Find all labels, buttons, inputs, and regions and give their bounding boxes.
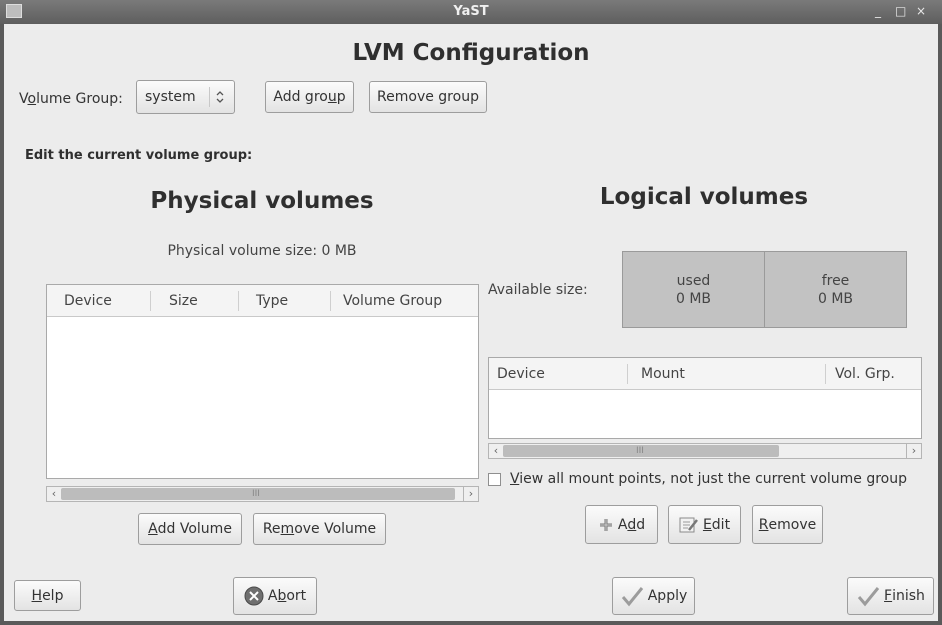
close-icon[interactable]: ×	[916, 4, 926, 18]
free-value: 0 MB	[817, 291, 854, 307]
view-all-label: View all mount points, not just the curr…	[510, 471, 908, 487]
logical-volumes-table[interactable]: Device Mount Vol. Grp.	[488, 357, 922, 439]
help-button[interactable]: Help	[14, 580, 81, 611]
minimize-icon[interactable]: _	[875, 4, 881, 18]
volume-group-select[interactable]: system	[136, 80, 235, 114]
scroll-grip: III	[636, 446, 644, 456]
column-type[interactable]: Type	[256, 293, 288, 309]
view-all-checkbox[interactable]	[488, 473, 501, 486]
logical-table-header: Device Mount Vol. Grp.	[489, 358, 921, 390]
physical-volume-size: Physical volume size: 0 MB	[167, 243, 357, 259]
scroll-left-icon[interactable]: ‹	[47, 487, 61, 501]
apply-button[interactable]: Apply	[612, 577, 695, 615]
used-size-box: used 0 MB	[622, 251, 765, 328]
available-size-label: Available size:	[488, 282, 588, 298]
checkmark-icon	[621, 587, 643, 607]
edit-group-label: Edit the current volume group:	[25, 148, 253, 163]
edit-icon	[679, 517, 698, 532]
free-label: free	[821, 273, 850, 289]
page-title: LVM Configuration	[352, 40, 590, 66]
remove-group-button[interactable]: Remove group	[369, 81, 487, 113]
logical-volumes-heading: Logical volumes	[599, 184, 809, 210]
physical-volumes-heading: Physical volumes	[150, 188, 374, 214]
add-logical-volume-button[interactable]: Add	[585, 505, 658, 544]
remove-volume-button[interactable]: Re m ove Volume	[253, 513, 386, 545]
finish-button[interactable]: Finish	[847, 577, 934, 615]
add-group-button[interactable]: Add gro u p	[265, 81, 354, 113]
window-title: YaST	[453, 4, 489, 19]
column-vol-grp[interactable]: Vol. Grp.	[835, 366, 895, 382]
edit-logical-volume-button[interactable]: Edit	[668, 505, 741, 544]
column-device[interactable]: Device	[64, 293, 112, 309]
scroll-grip: III	[252, 489, 260, 499]
window-titlebar[interactable]: YaST _ □ ×	[0, 0, 942, 24]
column-device[interactable]: Device	[497, 366, 545, 382]
updown-chevron-icon	[216, 91, 224, 103]
abort-button[interactable]: Ab ort	[233, 577, 317, 615]
physical-table-hscrollbar[interactable]: ‹ III ›	[46, 486, 479, 502]
abort-icon	[244, 586, 264, 606]
scroll-right-icon[interactable]: ›	[906, 444, 921, 458]
used-value: 0 MB	[675, 291, 712, 307]
add-volume-button[interactable]: Add Volume	[138, 513, 242, 545]
logical-table-hscrollbar[interactable]: ‹ III ›	[488, 443, 922, 459]
maximize-icon[interactable]: □	[895, 4, 906, 18]
column-size[interactable]: Size	[169, 293, 198, 309]
free-size-box: free 0 MB	[764, 251, 907, 328]
scroll-left-icon[interactable]: ‹	[489, 444, 503, 458]
column-volume-group[interactable]: Volume Group	[343, 293, 442, 309]
volume-group-value: system	[145, 89, 196, 105]
scroll-right-icon[interactable]: ›	[463, 487, 478, 501]
used-label: used	[676, 273, 711, 289]
plus-icon	[599, 518, 612, 531]
physical-table-header: Device Size Type Volume Group	[47, 285, 478, 317]
volume-group-label: Volume Group:	[19, 91, 123, 107]
remove-logical-volume-button[interactable]: Remove	[752, 505, 823, 544]
physical-volumes-table[interactable]: Device Size Type Volume Group	[46, 284, 479, 479]
column-mount[interactable]: Mount	[641, 366, 685, 382]
checkmark-icon	[857, 587, 880, 607]
